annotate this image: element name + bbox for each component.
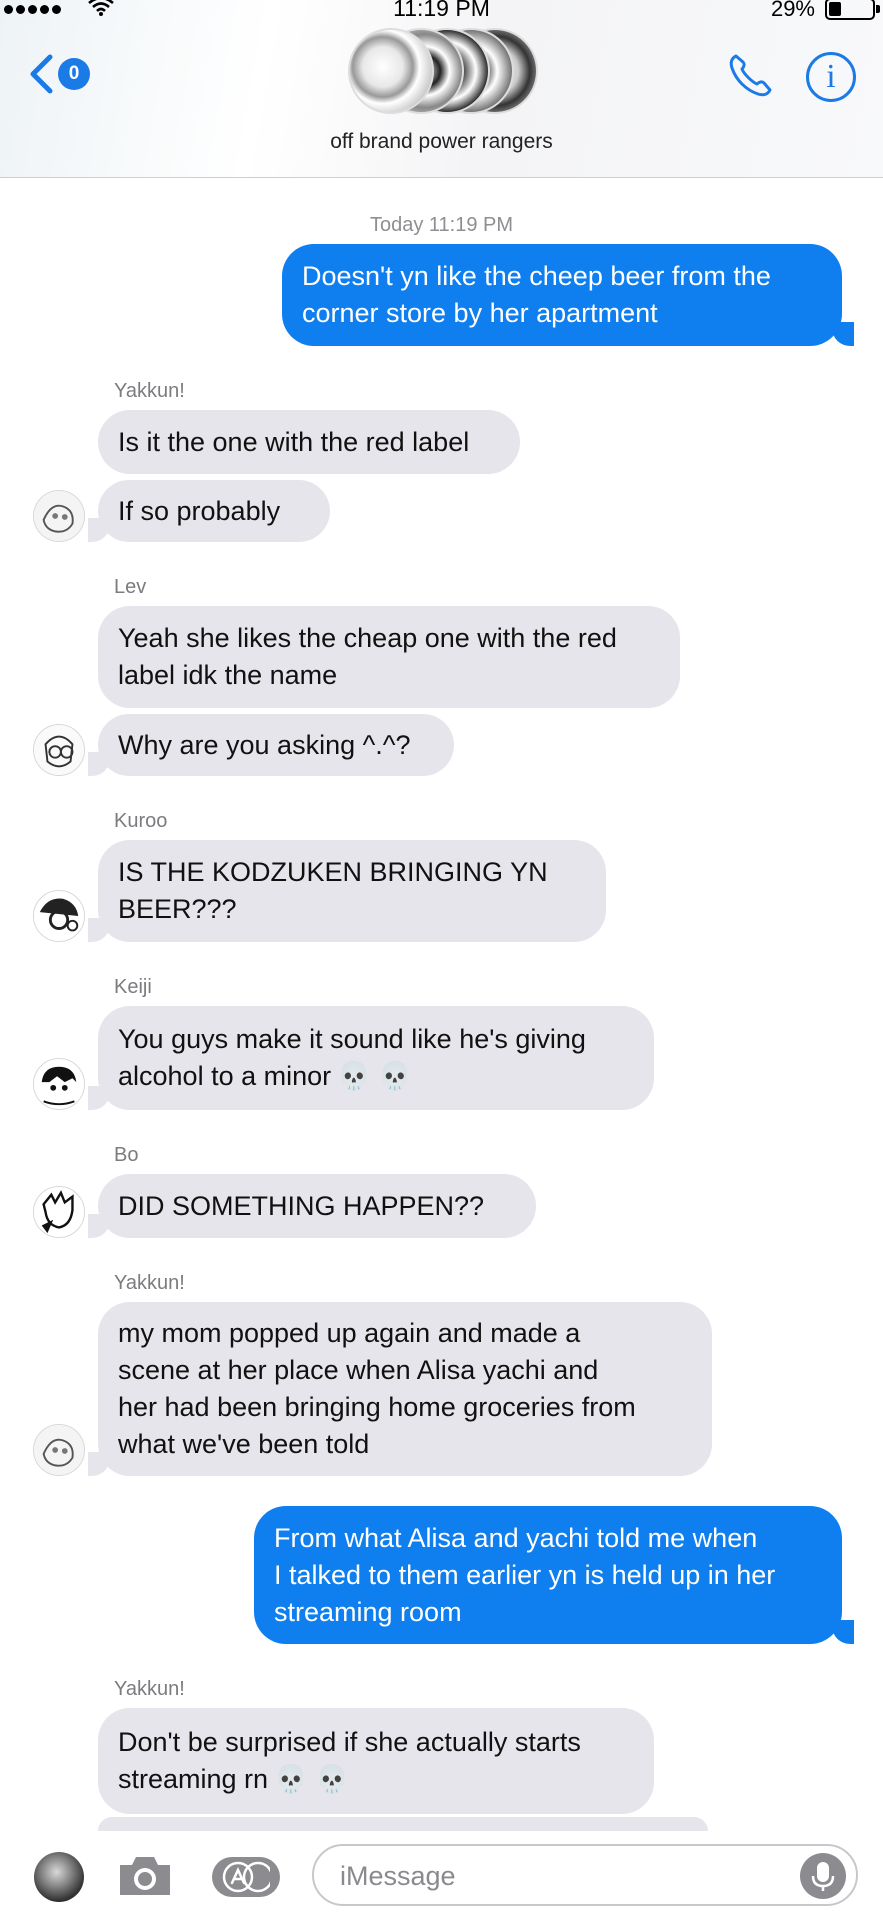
user-avatar[interactable] [34,1852,84,1902]
sender-avatar[interactable] [33,1058,85,1110]
incoming-message[interactable]: You guys make it sound like he's giving a… [98,1006,654,1110]
incoming-message[interactable]: IS THE KODZUKEN BRINGING YN BEER??? [98,840,606,942]
incoming-message[interactable]: Yeah she likes the cheap one with the re… [98,606,680,708]
sender-name: Keiji [114,976,152,998]
incoming-message[interactable]: Is it the one with the red label [98,410,520,474]
message-line: streaming rn 💀 💀 [118,1761,581,1798]
message-text: DID SOMETHING HAPPEN?? [118,1190,485,1221]
outgoing-message[interactable]: Doesn't yn like the cheep beer from the c… [282,244,842,346]
message-line: scene at her place when Alisa yachi and [118,1355,599,1385]
message-line: IS THE KODZUKEN BRINGING YN [118,857,548,887]
microphone-icon [811,1862,835,1891]
bubble-tail [88,1214,110,1238]
phone-icon [729,54,772,97]
message-line: Doesn't yn like the cheep beer from the [302,261,771,291]
message-line: Don't be surprised if she actually start… [118,1727,581,1757]
app-store-icon [222,1861,270,1893]
group-avatar[interactable] [348,24,540,116]
message-line: her had been bringing home groceries fro… [118,1392,636,1422]
bubble-tail [88,752,110,776]
sender-avatar[interactable] [33,490,85,542]
message-line: corner store by her apartment [302,298,658,328]
app-drawer-button[interactable] [212,1857,280,1897]
message-text: Why are you asking ^.^? [118,729,411,760]
message-line: what we've been told [118,1429,370,1459]
conversation-header: 0 off brand power rangers i [0,0,883,178]
message-text: Is it the one with the red label [118,426,470,457]
message-input-container [312,1844,858,1906]
message-line: streaming room [274,1596,462,1627]
message-line: Yeah she likes the cheap one with the re… [118,623,617,653]
camera-icon [120,1857,170,1895]
sender-avatar[interactable] [33,724,85,776]
message-line: alcohol to a minor 💀 💀 [118,1058,586,1095]
message-line: BEER??? [118,894,237,924]
sender-avatar[interactable] [33,890,85,942]
sender-name: Kuroo [114,810,168,832]
unread-count-badge: 0 [58,58,90,90]
status-bar: 11:19 PM 29% [0,0,883,22]
sender-name: Lev [114,576,147,598]
incoming-message[interactable]: Why are you asking ^.^? [98,714,454,776]
battery-icon [825,0,880,20]
chevron-left-icon [30,54,53,94]
message-line-text: alcohol to a minor [118,1061,332,1091]
incoming-message[interactable]: If so probably [98,480,330,542]
bubble-tail [88,1452,110,1476]
skull-emoji: 💀 💀 [337,1061,412,1091]
message-line: You guys make it sound like he's giving [118,1024,586,1054]
info-button[interactable]: i [806,52,856,102]
bubble-tail [88,918,110,942]
imessage-input[interactable] [340,1856,770,1896]
incoming-message[interactable]: my mom popped up again and made a scene a… [98,1302,712,1476]
camera-button[interactable] [116,1853,174,1899]
battery-percentage: 29% [770,0,815,21]
bubble-tail [832,322,854,346]
message-line: my mom popped up again and made a [118,1318,581,1348]
bubble-tail [832,1620,854,1644]
sender-name: Bo [114,1144,139,1166]
bubble-tail [88,518,110,542]
sender-name: Yakkun! [114,380,185,402]
message-line-text: streaming rn [118,1764,269,1794]
group-name[interactable]: off brand power rangers [0,130,883,154]
back-button[interactable]: 0 [28,54,90,94]
dictation-button[interactable] [800,1853,846,1899]
message-line: label idk the name [118,660,338,690]
message-line: I talked to them earlier yn is held up i… [274,1559,776,1590]
skull-emoji: 💀 💀 [274,1764,349,1794]
partial-incoming-message [98,1817,708,1831]
incoming-message[interactable]: DID SOMETHING HAPPEN?? [98,1174,536,1238]
sender-avatar[interactable] [33,1424,85,1476]
bubble-tail [88,1086,110,1110]
status-time: 11:19 PM [393,0,490,21]
sender-avatar[interactable] [33,1186,85,1238]
sender-name: Yakkun! [114,1678,185,1700]
incoming-message[interactable]: Don't be surprised if she actually start… [98,1708,654,1814]
sender-name: Yakkun! [114,1272,185,1294]
call-button[interactable] [724,50,776,107]
outgoing-message[interactable]: From what Alisa and yachi told me when I … [254,1506,842,1644]
thread-timestamp: Today 11:19 PM [369,214,514,236]
message-line: From what Alisa and yachi told me when [274,1522,758,1553]
message-text: If so probably [118,495,281,526]
info-icon: i [826,58,836,95]
